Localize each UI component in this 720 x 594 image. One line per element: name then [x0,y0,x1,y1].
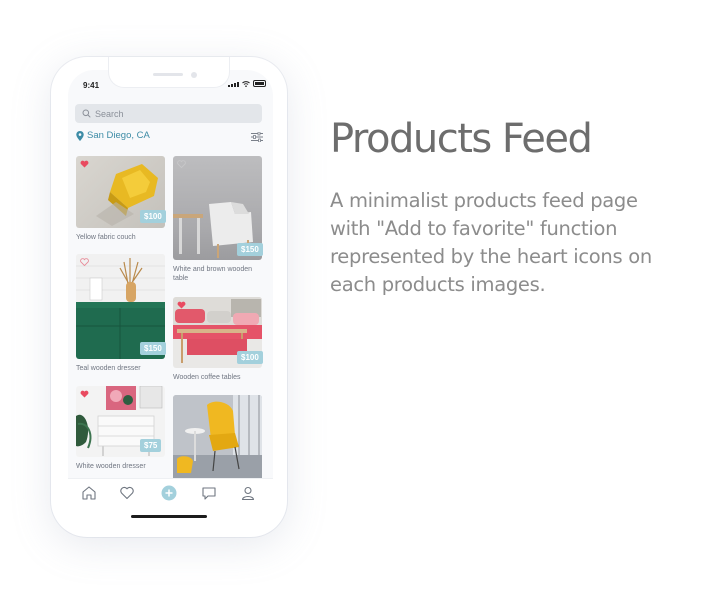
filter-icon[interactable] [251,132,263,142]
battery-icon [253,80,266,87]
page-description: A minimalist products feed page with "Ad… [330,189,652,296]
price-badge: $150 [237,243,263,256]
page-title: Products Feed [330,116,593,162]
price-badge: $150 [140,342,166,355]
favorites-tab-icon[interactable] [119,485,135,501]
phone-camera [191,72,197,78]
home-icon[interactable] [81,485,97,501]
phone-speaker [153,73,183,76]
status-time: 9:41 [83,81,100,90]
location-label: San Diego, CA [87,130,150,141]
favorite-heart-icon[interactable] [177,301,186,309]
favorite-heart-icon[interactable] [80,160,89,168]
product-caption: Teal wooden dresser [76,365,141,372]
chat-icon[interactable] [201,485,217,501]
search-bar[interactable] [75,104,262,123]
wifi-icon [242,81,250,87]
price-badge: $100 [140,210,166,223]
favorite-heart-outline-icon[interactable] [80,258,89,266]
profile-icon[interactable] [240,485,256,501]
home-indicator [131,515,207,518]
product-caption: White and brown wooden table [173,266,252,282]
favorite-heart-outline-icon[interactable] [177,160,186,168]
favorite-heart-icon[interactable] [80,390,89,398]
price-badge: $75 [140,439,162,452]
search-icon [82,109,91,118]
signal-icon [228,82,239,87]
location-selector[interactable]: San Diego, CA [76,130,150,141]
search-input[interactable] [95,108,245,119]
add-icon[interactable] [161,485,177,501]
product-image-yellow-chairs[interactable] [173,395,262,479]
status-icons [228,80,266,87]
location-pin-icon [76,130,84,141]
product-caption: White wooden dresser [76,463,146,470]
product-caption: Wooden coffee tables [173,374,241,381]
yellow-chairs-illustration [173,395,262,479]
price-badge: $100 [237,351,263,364]
product-caption: Yellow fabric couch [76,234,136,241]
